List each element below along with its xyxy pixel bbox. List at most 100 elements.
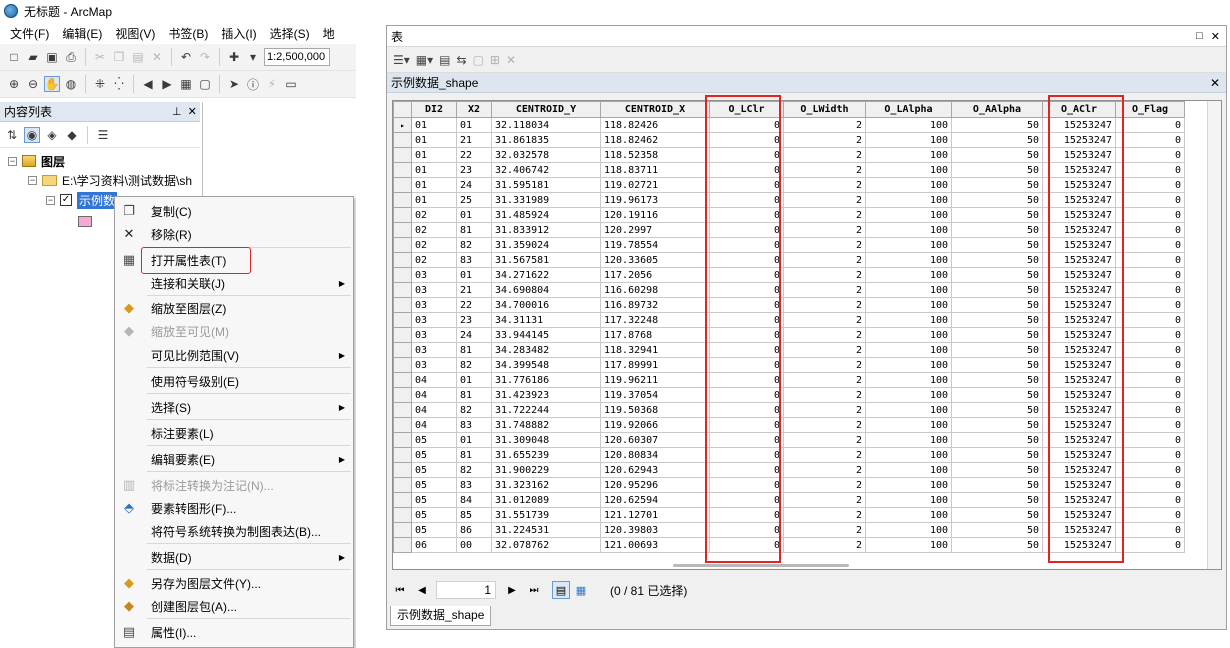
- fixed-zoom-out-icon[interactable]: ⁛: [111, 76, 127, 92]
- table-cell[interactable]: 2: [783, 372, 866, 388]
- table-cell[interactable]: 21: [456, 282, 492, 298]
- table-cell[interactable]: 0: [1115, 342, 1185, 358]
- table-cell[interactable]: 50: [951, 537, 1043, 553]
- table-cell[interactable]: 100: [865, 117, 952, 133]
- table-cell[interactable]: 03: [411, 327, 457, 343]
- table-cell[interactable]: 31.833912: [491, 222, 601, 238]
- table-cell[interactable]: 100: [865, 417, 952, 433]
- table-cell[interactable]: 2: [783, 402, 866, 418]
- menu-geoprocessing[interactable]: 地: [317, 25, 342, 42]
- menu-item-remove[interactable]: ✕ 移除(R): [115, 223, 353, 245]
- table-cell[interactable]: 0: [1115, 402, 1185, 418]
- table-cell[interactable]: 118.83711: [600, 162, 710, 178]
- table-cell[interactable]: 2: [783, 522, 866, 538]
- table-cell[interactable]: 31.595181: [491, 177, 601, 193]
- table-cell[interactable]: 50: [951, 357, 1043, 373]
- table-cell[interactable]: 2: [783, 222, 866, 238]
- table-cell[interactable]: 100: [865, 207, 952, 223]
- table-cell[interactable]: 50: [951, 282, 1043, 298]
- menu-item-copy[interactable]: ❐ 复制(C): [115, 200, 353, 222]
- table-cell[interactable]: 82: [456, 402, 492, 418]
- open-icon[interactable]: ▰: [25, 49, 41, 65]
- row-selector[interactable]: [393, 477, 412, 493]
- row-selector[interactable]: [393, 192, 412, 208]
- table-cell[interactable]: 117.8768: [600, 327, 710, 343]
- options-icon[interactable]: ☰: [95, 127, 111, 143]
- table-cell[interactable]: 32.118034: [491, 117, 601, 133]
- table-cell[interactable]: 82: [456, 237, 492, 253]
- table-cell[interactable]: 0: [1115, 297, 1185, 313]
- table-cell[interactable]: 2: [783, 447, 866, 463]
- table-cell[interactable]: 121.12701: [600, 507, 710, 523]
- table-cell[interactable]: 120.60307: [600, 432, 710, 448]
- row-selector[interactable]: [393, 282, 412, 298]
- table-cell[interactable]: 31.331989: [491, 192, 601, 208]
- table-cell[interactable]: 0: [1115, 462, 1185, 478]
- menu-insert[interactable]: 插入(I): [215, 25, 263, 42]
- list-by-visibility-icon[interactable]: ◈: [44, 127, 60, 143]
- table-cell[interactable]: 2: [783, 207, 866, 223]
- table-cell[interactable]: 31.323162: [491, 477, 601, 493]
- table-cell[interactable]: 03: [411, 282, 457, 298]
- table-cell[interactable]: 31.359024: [491, 237, 601, 253]
- column-header[interactable]: CENTROID_Y: [491, 101, 601, 118]
- list-by-drawing-order-icon[interactable]: ⇅: [4, 127, 20, 143]
- related-tables-icon[interactable]: ▦▾: [416, 53, 433, 67]
- table-cell[interactable]: 82: [456, 462, 492, 478]
- row-selector[interactable]: [393, 402, 412, 418]
- close-icon[interactable]: ✕: [188, 105, 197, 118]
- table-cell[interactable]: 01: [411, 162, 457, 178]
- row-selector[interactable]: [393, 387, 412, 403]
- table-cell[interactable]: 01: [411, 117, 457, 133]
- table-cell[interactable]: 117.2056: [600, 267, 710, 283]
- table-cell[interactable]: 84: [456, 492, 492, 508]
- clear-selection-icon[interactable]: ▢: [197, 76, 213, 92]
- print-icon[interactable]: ⎙: [63, 49, 79, 65]
- table-cell[interactable]: 2: [783, 312, 866, 328]
- table-cell[interactable]: 83: [456, 252, 492, 268]
- table-cell[interactable]: 120.95296: [600, 477, 710, 493]
- row-selector[interactable]: [393, 297, 412, 313]
- row-selector[interactable]: [393, 237, 412, 253]
- table-cell[interactable]: 2: [783, 117, 866, 133]
- table-cell[interactable]: 0: [1115, 192, 1185, 208]
- close-icon[interactable]: ✕: [1210, 76, 1226, 90]
- table-cell[interactable]: 03: [411, 357, 457, 373]
- table-cell[interactable]: 100: [865, 222, 952, 238]
- list-by-source-icon[interactable]: ◉: [24, 126, 40, 143]
- table-cell[interactable]: 31.567581: [491, 252, 601, 268]
- table-cell[interactable]: 100: [865, 132, 952, 148]
- table-cell[interactable]: 01: [456, 207, 492, 223]
- copy-icon[interactable]: ❐: [111, 49, 127, 65]
- table-cell[interactable]: 100: [865, 327, 952, 343]
- table-cell[interactable]: 01: [411, 192, 457, 208]
- table-cell[interactable]: 50: [951, 417, 1043, 433]
- row-selector[interactable]: [393, 327, 412, 343]
- table-cell[interactable]: 31.776186: [491, 372, 601, 388]
- table-cell[interactable]: 100: [865, 162, 952, 178]
- table-cell[interactable]: 50: [951, 432, 1043, 448]
- last-record-icon[interactable]: ⏭: [526, 585, 542, 596]
- row-selector-header[interactable]: [393, 101, 412, 118]
- table-cell[interactable]: 100: [865, 312, 952, 328]
- map-scale-input[interactable]: 1:2,500,000: [264, 48, 330, 66]
- table-cell[interactable]: 34.31131: [491, 312, 601, 328]
- table-cell[interactable]: 31.748882: [491, 417, 601, 433]
- table-cell[interactable]: 100: [865, 342, 952, 358]
- menu-item-create-layer-package[interactable]: ◆ 创建图层包(A)...: [115, 595, 353, 617]
- table-cell[interactable]: 34.399548: [491, 357, 601, 373]
- menu-item-label-features[interactable]: 标注要素(L): [115, 422, 353, 444]
- layer-symbol-swatch[interactable]: [78, 216, 92, 227]
- list-by-selection-icon[interactable]: ◆: [64, 127, 80, 143]
- row-selector[interactable]: [393, 417, 412, 433]
- table-cell[interactable]: 50: [951, 387, 1043, 403]
- select-by-attributes-icon[interactable]: ▤: [439, 53, 450, 67]
- table-cell[interactable]: 118.82462: [600, 132, 710, 148]
- table-cell[interactable]: 100: [865, 507, 952, 523]
- table-cell[interactable]: 31.423923: [491, 387, 601, 403]
- row-selector[interactable]: [393, 432, 412, 448]
- cut-icon[interactable]: ✂: [92, 49, 108, 65]
- table-cell[interactable]: 117.32248: [600, 312, 710, 328]
- table-cell[interactable]: 119.50368: [600, 402, 710, 418]
- zoom-out-icon[interactable]: ⊖: [25, 76, 41, 92]
